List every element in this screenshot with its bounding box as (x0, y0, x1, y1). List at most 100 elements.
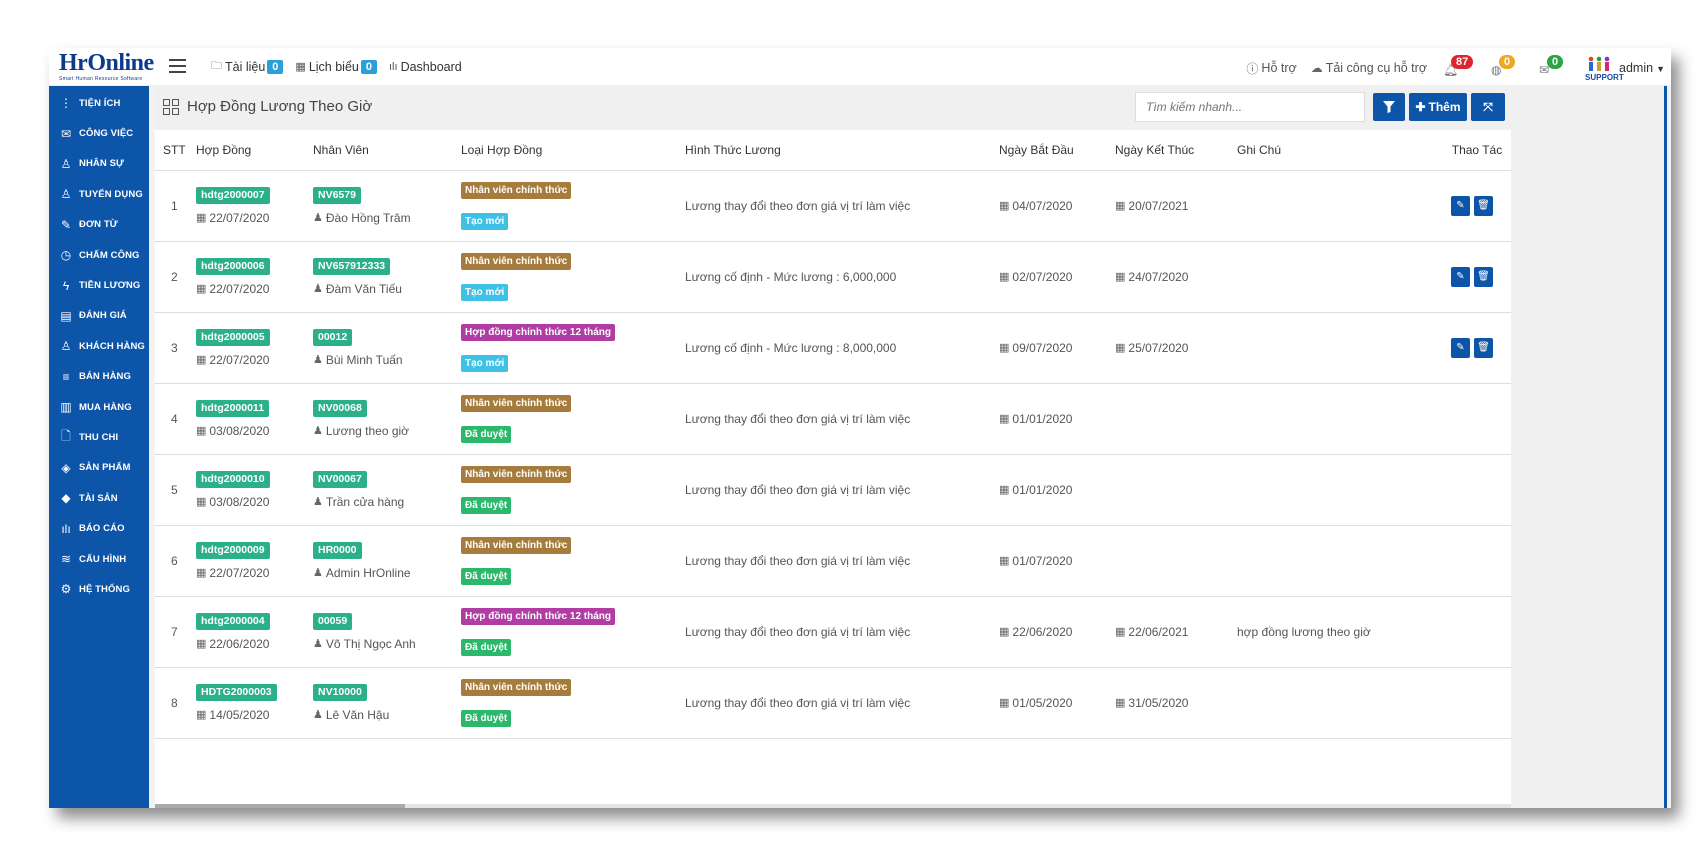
schedule-link[interactable]: ▦ Lịch biểu 0 (295, 59, 377, 74)
top-nav: 🗀 Tài liệu 0 ▦ Lịch biểu 0 ılı Dashboard (211, 57, 474, 76)
contract-date-text: 14/05/2020 (209, 707, 270, 722)
contract-date-text: 22/06/2020 (209, 636, 270, 651)
vertical-scrollbar[interactable] (1664, 86, 1667, 808)
sidebar-item-8[interactable]: ♙ Khách hàng (49, 331, 149, 361)
sidebar-item-label: Thu chi (79, 431, 119, 443)
horizontal-scrollbar[interactable] (155, 804, 1511, 808)
employee-code-badge[interactable]: 00059 (313, 612, 353, 630)
contract-code-badge[interactable]: hdtg2000004 (196, 612, 270, 630)
employee-name: ♟ Đào Hồng Trâm (313, 211, 453, 225)
employee-code-badge[interactable]: NV10000 (313, 683, 367, 701)
sidebar-item-15[interactable]: ≋ Cấu hình (49, 544, 149, 574)
contract-code-badge[interactable]: hdtg2000007 (196, 186, 270, 204)
documents-link[interactable]: 🗀 Tài liệu 0 (211, 57, 284, 76)
download-tools-link[interactable]: ☁ Tải công cụ hỗ trợ (1311, 61, 1427, 75)
edit-button[interactable]: ✎ (1451, 266, 1470, 287)
sidebar-item-1[interactable]: ✉ Công việc (49, 118, 149, 148)
end-date-cell (1107, 525, 1229, 597)
pencil-icon: ✎ (1456, 342, 1465, 353)
employee-cell: 00059 ♟ Võ Thị Ngọc Anh (305, 596, 453, 668)
sidebar-item-13[interactable]: ◆ Tài sản (49, 483, 149, 513)
map-icon: ▥ (60, 400, 72, 415)
sidebar-item-5[interactable]: ◷ Chấm công (49, 240, 149, 270)
employee-code-badge[interactable]: NV657912333 (313, 257, 391, 275)
start-date-text: 01/01/2020 (1012, 411, 1073, 426)
add-button[interactable]: ✚ Thêm (1409, 93, 1467, 121)
status-badge: Đã duyệt (461, 638, 512, 656)
sidebar-item-14[interactable]: ılı Báo cáo (49, 513, 149, 543)
contract-type-badge: Nhân viên chính thức (461, 678, 572, 696)
contract-date-text: 03/08/2020 (209, 423, 270, 438)
scrollbar-thumb[interactable] (155, 804, 405, 808)
sidebar-item-10[interactable]: ▥ Mua hàng (49, 392, 149, 422)
logo[interactable]: HrOnline Smart Human Resource Software (59, 50, 155, 84)
contract-code-badge[interactable]: hdtg2000011 (196, 399, 270, 417)
contract-code-badge[interactable]: hdtg2000010 (196, 470, 270, 488)
mail-button[interactable]: ✉ 0 (1539, 55, 1571, 79)
user-menu[interactable]: admin ▼ (1619, 61, 1665, 75)
sidebar-item-2[interactable]: ♙ Nhân sự (49, 149, 149, 179)
dashboard-link[interactable]: ılı Dashboard (389, 60, 462, 74)
start-date-text: 01/07/2020 (1012, 553, 1073, 568)
contract-code-badge[interactable]: hdtg2000006 (196, 257, 270, 275)
caret-down-icon: ▼ (1656, 64, 1665, 74)
start-date-text: 09/07/2020 (1012, 340, 1073, 355)
edit-button[interactable]: ✎ (1451, 337, 1470, 358)
start-date: ▦ 01/01/2020 (999, 483, 1107, 497)
globe-button[interactable]: ◍ 0 (1491, 55, 1523, 79)
edit-button[interactable]: ✎ (1451, 195, 1470, 216)
sidebar-item-6[interactable]: ϟ Tiền lương (49, 270, 149, 300)
contract-code-badge[interactable]: hdtg2000005 (196, 328, 270, 346)
sidebar-item-11[interactable]: 🗋 Thu chi (49, 422, 149, 452)
sidebar-item-3[interactable]: ♙ Tuyển dụng (49, 179, 149, 209)
contract-type-badge: Nhân viên chính thức (461, 465, 572, 483)
employee-name: ♟ Lê Văn Hậu (313, 708, 453, 722)
notifications-button[interactable]: 🔔︎ 87 (1443, 55, 1475, 79)
delete-button[interactable]: 🗑︎ (1474, 195, 1493, 216)
start-date-cell: ▦ 09/07/2020 (991, 312, 1107, 384)
sidebar-item-16[interactable]: ⚙ Hệ thống (49, 574, 149, 604)
contract-code-badge[interactable]: hdtg2000009 (196, 541, 270, 559)
sidebar-item-7[interactable]: ▤ Đánh giá (49, 301, 149, 331)
row-number: 5 (155, 454, 188, 526)
contract-cell: hdtg2000006 ▦ 22/07/2020 (188, 241, 305, 313)
menu-toggle-icon[interactable] (169, 59, 186, 73)
sidebar-item-label: Báo cáo (79, 523, 125, 535)
row-actions: ✎ 🗑︎ (1451, 337, 1511, 358)
support-avatar[interactable]: SUPPORT (1585, 56, 1624, 82)
start-date: ▦ 02/07/2020 (999, 270, 1107, 284)
status-badge: Tạo mới (461, 212, 509, 230)
employee-cell: NV00068 ♟ Lương theo giờ (305, 383, 453, 455)
sidebar-item-4[interactable]: ✎ Đơn từ (49, 210, 149, 240)
salary-type: Lương cố định - Mức lương : 6,000,000 (677, 241, 991, 313)
user-icon: ♟ (313, 638, 323, 650)
sidebar-item-0[interactable]: ⋮ Tiện ích (49, 88, 149, 118)
employee-code-badge[interactable]: NV00067 (313, 470, 367, 488)
filter-button[interactable] (1373, 93, 1405, 121)
employee-code-badge[interactable]: HR0000 (313, 541, 362, 559)
quick-search-input[interactable] (1135, 92, 1365, 122)
delete-button[interactable]: 🗑︎ (1474, 266, 1493, 287)
end-date-cell (1107, 454, 1229, 526)
help-link[interactable]: ⓘ Hỗ trợ (1246, 60, 1296, 77)
pencil-icon: ✎ (1456, 200, 1465, 211)
employee-code-badge[interactable]: NV00068 (313, 399, 367, 417)
employee-code-badge[interactable]: 00012 (313, 328, 353, 346)
contract-cell: hdtg2000004 ▦ 22/06/2020 (188, 596, 305, 668)
sidebar-item-9[interactable]: ≡ Bán hàng (49, 362, 149, 392)
salary-type: Lương thay đổi theo đơn giá vị trí làm v… (677, 525, 991, 597)
expand-icon: ⤧ (1483, 99, 1493, 114)
contract-code-badge[interactable]: HDTG2000003 (196, 683, 277, 701)
end-date-cell (1107, 383, 1229, 455)
column-header: Thao Tác (1435, 130, 1511, 171)
help-label: Hỗ trợ (1261, 61, 1297, 75)
employee-name-text: Trần cửa hàng (325, 494, 405, 509)
user-icon: ♟ (313, 496, 323, 508)
sidebar-item-12[interactable]: ◈ Sản phẩm (49, 453, 149, 483)
top-bar: HrOnline Smart Human Resource Software 🗀… (49, 48, 1671, 86)
delete-button[interactable]: 🗑︎ (1474, 337, 1493, 358)
employee-code-badge[interactable]: NV6579 (313, 186, 361, 204)
fullscreen-button[interactable]: ⤧ (1471, 93, 1505, 121)
contract-cell: HDTG2000003 ▦ 14/05/2020 (188, 667, 305, 739)
dashboard-label: Dashboard (400, 59, 462, 74)
